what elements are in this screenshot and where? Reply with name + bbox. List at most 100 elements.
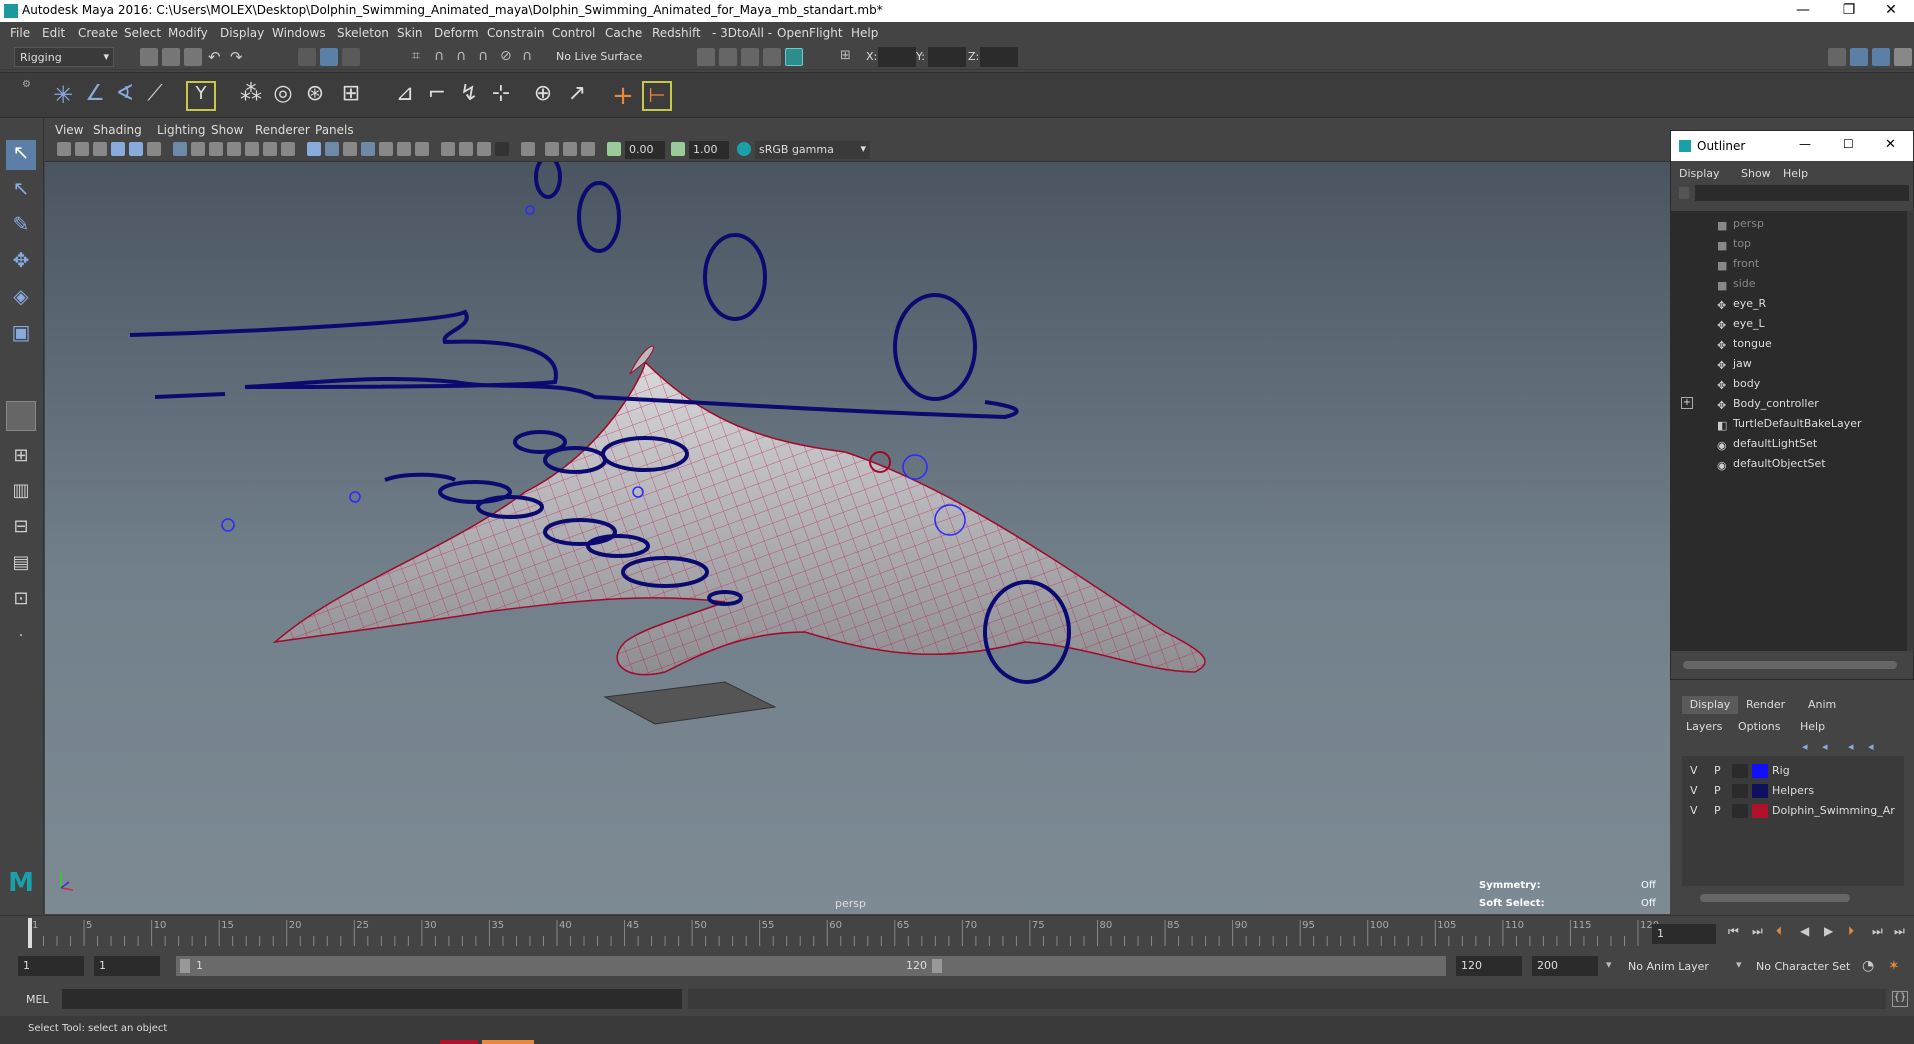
redo-icon[interactable]: ↷ — [230, 48, 248, 66]
textured-icon[interactable] — [379, 142, 393, 156]
dolphin-mesh[interactable] — [272, 345, 1206, 676]
go-to-start-icon[interactable]: ⏮ — [1728, 924, 1739, 939]
bind-skin-icon[interactable]: ⌐ — [422, 81, 452, 111]
xray-joints-icon[interactable] — [563, 142, 577, 156]
outliner-maximize-button[interactable]: ☐ — [1843, 137, 1854, 151]
menu-edit[interactable]: Edit — [42, 26, 65, 40]
menu-openflight[interactable]: OpenFlight — [777, 26, 843, 40]
step-back-frame-icon[interactable]: ⏴ — [1776, 924, 1782, 939]
rotate-tool-icon[interactable]: ◈ — [6, 284, 36, 314]
move-layer-up-icon[interactable]: ◂ — [1802, 740, 1808, 753]
menu-control[interactable]: Control — [552, 26, 595, 40]
grid-icon[interactable] — [173, 142, 187, 156]
anti-aliasing-icon[interactable] — [477, 142, 491, 156]
menu-display[interactable]: Display — [220, 26, 264, 40]
layer-visibility-toggle[interactable]: V — [1690, 764, 1698, 777]
outliner-item-body[interactable]: body — [1733, 377, 1760, 390]
step-forward-frame-icon[interactable]: ⏵ — [1848, 924, 1854, 939]
hypershade-icon[interactable] — [785, 48, 803, 66]
render-settings-icon[interactable] — [763, 48, 781, 66]
layout-menu-icon[interactable]: · — [6, 628, 36, 658]
outliner-menu-display[interactable]: Display — [1679, 167, 1720, 180]
open-scene-icon[interactable] — [162, 48, 180, 66]
outliner-item-eye-r[interactable]: eye_R — [1733, 297, 1766, 310]
ik-handle-icon[interactable]: ∠ — [80, 81, 110, 111]
hypershade-layout-icon[interactable]: ▤ — [6, 552, 36, 582]
persp-outliner-layout-icon[interactable]: ▥ — [6, 480, 36, 510]
tab-render[interactable]: Render — [1746, 698, 1785, 711]
scene-start-field[interactable]: 1 — [18, 956, 84, 976]
transform-mode-icon[interactable]: ⊞ — [840, 48, 858, 66]
motion-blur-icon[interactable] — [459, 142, 473, 156]
range-slider[interactable]: 1 120 — [176, 956, 946, 976]
layer-visibility-toggle[interactable]: V — [1690, 804, 1698, 817]
vp-menu-lighting[interactable]: Lighting — [157, 123, 206, 137]
step-forward-key-icon[interactable]: ⏭ — [1872, 924, 1883, 939]
animation-prefs-icon[interactable]: ✶ — [1888, 958, 1900, 974]
select-object-icon[interactable] — [320, 48, 338, 66]
new-layer-selected-icon[interactable]: ◂ — [1868, 740, 1874, 753]
ik-spline-icon[interactable]: ∢ — [110, 81, 140, 111]
outliner-item-tongue[interactable]: tongue — [1733, 337, 1772, 350]
x-field[interactable] — [878, 47, 916, 67]
snap-surface-icon[interactable]: ⊘ — [500, 48, 518, 66]
snap-point-icon[interactable]: ∩ — [456, 48, 474, 66]
layer-color-swatch[interactable] — [1752, 764, 1768, 778]
layer-name[interactable]: Helpers — [1772, 784, 1814, 797]
outliner-vertical-scrollbar[interactable] — [1907, 211, 1914, 651]
play-backwards-icon[interactable]: ◀ — [1800, 924, 1809, 938]
layer-type-toggle[interactable] — [1732, 804, 1748, 818]
exposure-icon[interactable] — [607, 142, 621, 156]
live-surface-label[interactable]: No Live Surface — [556, 50, 642, 63]
paint-select-tool-icon[interactable]: ✎ — [6, 212, 36, 242]
close-button[interactable]: ✕ — [1868, 0, 1914, 22]
shadows-icon[interactable] — [415, 142, 429, 156]
menu-windows[interactable]: Windows — [272, 26, 326, 40]
wireframe-on-shaded-icon[interactable] — [361, 142, 375, 156]
cluster-icon[interactable]: Y — [186, 81, 216, 111]
channel-box-icon[interactable] — [1872, 48, 1890, 66]
snap-grid-icon[interactable]: ⌗ — [412, 48, 430, 66]
outliner-menu-help[interactable]: Help — [1783, 167, 1808, 180]
menu-select[interactable]: Select — [124, 26, 161, 40]
move-layer-down-icon[interactable]: ◂ — [1822, 740, 1828, 753]
menu-cache[interactable]: Cache — [605, 26, 642, 40]
lattice-icon[interactable]: ◎ — [268, 81, 298, 111]
script-editor-icon[interactable]: {} — [1892, 991, 1908, 1007]
vp-menu-view[interactable]: View — [55, 123, 83, 137]
chevron-down-icon[interactable]: ▾ — [1736, 958, 1742, 971]
gamma-icon[interactable] — [671, 142, 685, 156]
outliner-item-front[interactable]: front — [1733, 257, 1759, 270]
wrap-icon[interactable]: ⊛ — [300, 81, 330, 111]
time-ruler[interactable]: 1 5 10 15 20 25 30 35 40 45 50 55 60 65 70 75 80 85 90 95 10… — [26, 916, 1666, 950]
layer-menu-options[interactable]: Options — [1738, 720, 1780, 733]
layer-type-toggle[interactable] — [1732, 784, 1748, 798]
play-forwards-icon[interactable]: ▶ — [1824, 924, 1833, 938]
outliner-item-default-light-set[interactable]: defaultLightSet — [1733, 437, 1817, 450]
maximize-button[interactable]: ❐ — [1826, 0, 1872, 22]
smooth-shade-icon[interactable] — [325, 142, 339, 156]
layer-name[interactable]: Dolphin_Swimming_Ar — [1772, 804, 1902, 817]
move-tool-icon[interactable]: ✥ — [6, 248, 36, 278]
anim-layer-dropdown[interactable]: No Anim Layer — [1628, 960, 1709, 973]
point-constraint-icon[interactable]: ⊹ — [486, 81, 516, 111]
expand-icon[interactable]: + — [1681, 397, 1693, 409]
safe-action-icon[interactable] — [263, 142, 277, 156]
new-scene-icon[interactable] — [140, 48, 158, 66]
outliner-layout-icon[interactable]: ⊡ — [6, 588, 36, 618]
layer-type-toggle[interactable] — [1732, 764, 1748, 778]
screen-space-ao-icon[interactable] — [441, 142, 455, 156]
mel-input[interactable] — [62, 989, 682, 1009]
blend-shape-icon[interactable]: ⁂ — [236, 81, 266, 111]
range-slider-track[interactable] — [946, 956, 1446, 976]
select-hierarchy-icon[interactable] — [298, 48, 316, 66]
layer-playback-toggle[interactable]: P — [1714, 784, 1721, 797]
character-set-dropdown[interactable]: No Character Set — [1756, 960, 1850, 973]
menu-3dtoall[interactable]: - 3DtoAll - — [712, 26, 772, 40]
layer-row-dolphin[interactable]: V P Dolphin_Swimming_Ar — [1682, 804, 1902, 822]
camera-select-icon[interactable] — [57, 142, 71, 156]
outliner-menu-show[interactable]: Show — [1741, 167, 1771, 180]
xray-components-icon[interactable] — [581, 142, 595, 156]
isolate-select-icon[interactable] — [521, 142, 535, 156]
current-frame-field[interactable]: 1 — [1652, 924, 1716, 944]
